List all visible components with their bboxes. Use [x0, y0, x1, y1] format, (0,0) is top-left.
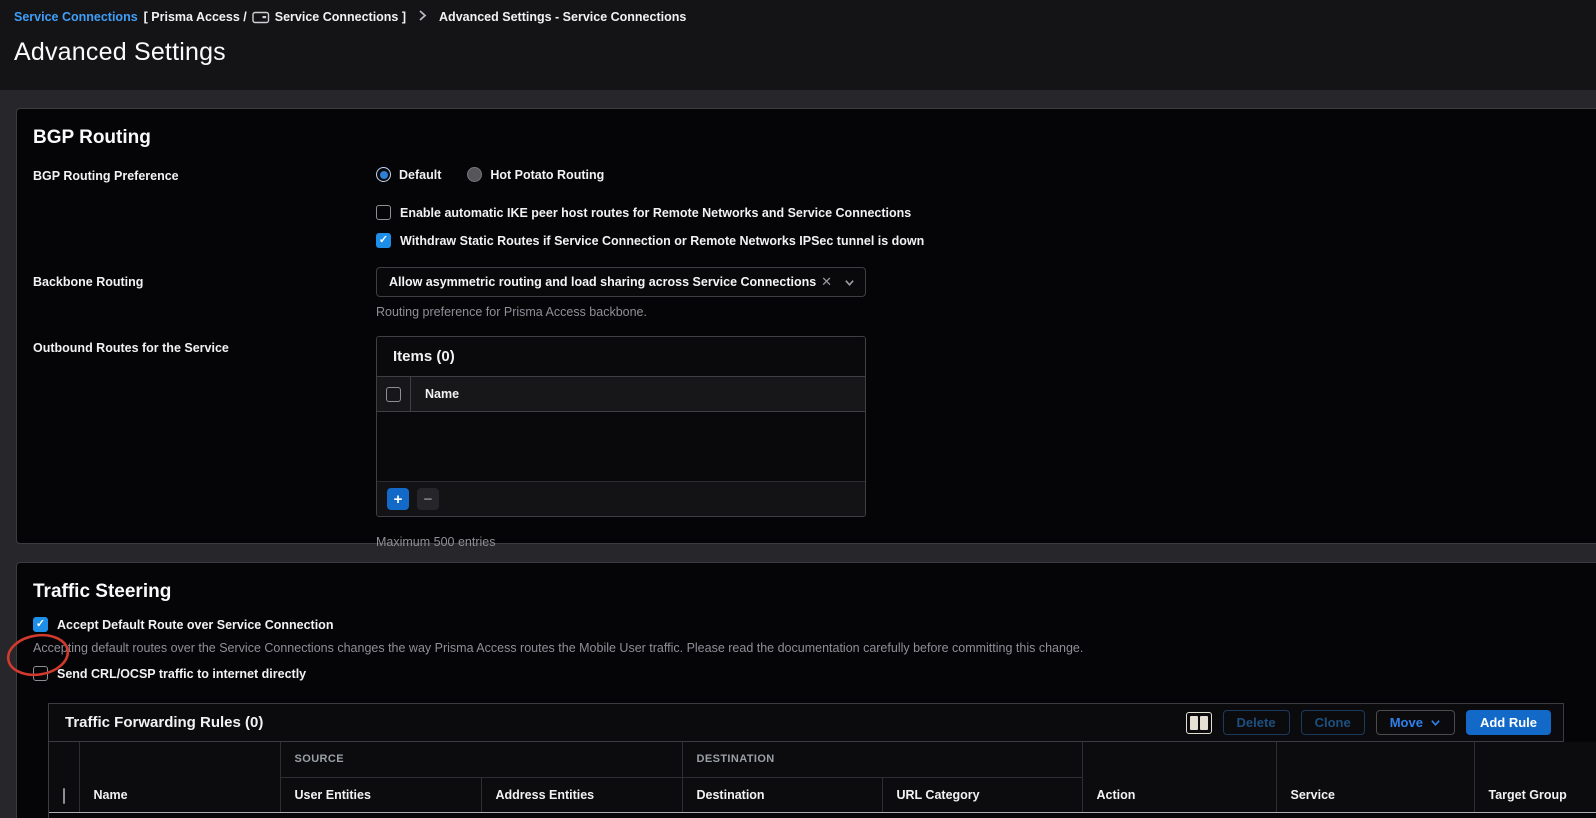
backbone-routing-label: Backbone Routing	[33, 267, 376, 289]
select-all-checkbox[interactable]	[386, 387, 401, 402]
outbound-routes-label: Outbound Routes for the Service	[33, 336, 376, 355]
breadcrumb-context-prefix: [ Prisma Access /	[144, 10, 247, 24]
checkbox-checked-icon[interactable]	[33, 617, 48, 632]
bgp-preference-radio-group: Default Hot Potato Routing	[376, 167, 604, 182]
accept-default-route-note: Accepting default routes over the Servic…	[33, 641, 1589, 655]
chevron-down-icon[interactable]	[844, 277, 855, 288]
items-table-empty-body	[377, 412, 865, 482]
checkbox-row-accept-default-route[interactable]: Accept Default Route over Service Connec…	[33, 617, 1589, 632]
breadcrumb-context-suffix: Service Connections ]	[275, 10, 406, 24]
backbone-routing-control: Allow asymmetric routing and load sharin…	[376, 267, 866, 319]
column-header-action: Action	[1082, 742, 1276, 812]
column-header-service: Service	[1276, 742, 1474, 812]
accept-default-route-label[interactable]: Accept Default Route over Service Connec…	[57, 618, 333, 632]
column-header-name: Name	[79, 742, 280, 812]
items-table-footer: + −	[377, 482, 865, 516]
radio-unselected-icon[interactable]	[467, 167, 482, 182]
column-header-user-entities: User Entities	[280, 777, 481, 812]
rules-select-all-cell	[49, 742, 79, 812]
checkbox-row-send-crl-ocsp[interactable]: Send CRL/OCSP traffic to internet direct…	[33, 666, 1589, 681]
send-crl-ocsp-label[interactable]: Send CRL/OCSP traffic to internet direct…	[57, 667, 306, 681]
traffic-steering-title: Traffic Steering	[33, 581, 1589, 603]
column-header-url-category: URL Category	[882, 777, 1082, 812]
backbone-routing-row: Backbone Routing Allow asymmetric routin…	[33, 267, 1589, 319]
bgp-preference-row: BGP Routing Preference Default Hot Potat…	[33, 167, 1589, 183]
rules-table: Name SOURCE DESTINATION Action Service T…	[49, 742, 1596, 818]
traffic-steering-card: Traffic Steering Accept Default Route ov…	[16, 562, 1596, 818]
delete-button[interactable]: Delete	[1223, 710, 1290, 735]
column-header-target-group: Target Group	[1474, 742, 1596, 812]
checkbox-row-ike-peer-routes[interactable]: Enable automatic IKE peer host routes fo…	[376, 205, 1589, 220]
bgp-routing-card: BGP Routing BGP Routing Preference Defau…	[16, 108, 1596, 544]
move-button-label: Move	[1390, 715, 1423, 730]
bgp-routing-title: BGP Routing	[33, 127, 1589, 149]
radio-default-label[interactable]: Default	[399, 168, 441, 182]
traffic-forwarding-rules-panel: Traffic Forwarding Rules (0) Delete Clon…	[48, 703, 1564, 818]
breadcrumb-context: [ Prisma Access / Service Connections ]	[144, 10, 406, 24]
checkbox-ike-label[interactable]: Enable automatic IKE peer host routes fo…	[400, 206, 911, 220]
checkbox-checked-icon[interactable]	[376, 233, 391, 248]
checkbox-withdraw-label[interactable]: Withdraw Static Routes if Service Connec…	[400, 234, 924, 248]
backbone-routing-select[interactable]: Allow asymmetric routing and load sharin…	[376, 267, 866, 297]
outbound-routes-row: Outbound Routes for the Service Items (0…	[33, 336, 1589, 549]
page-title: Advanced Settings	[14, 38, 1596, 67]
rules-panel-actions: Delete Clone Move Add Rule	[1186, 710, 1551, 735]
column-header-destination: Destination	[682, 777, 882, 812]
checkbox-unchecked-icon[interactable]	[376, 205, 391, 220]
move-button[interactable]: Move	[1376, 710, 1455, 735]
rules-table-empty-body	[49, 812, 1596, 818]
service-connections-card-icon	[252, 11, 270, 24]
backbone-routing-value: Allow asymmetric routing and load sharin…	[389, 275, 821, 289]
radio-selected-icon[interactable]	[376, 167, 391, 182]
outbound-routes-control: Items (0) Name + − Maximum 500 entries	[376, 336, 866, 549]
column-header-address-entities: Address Entities	[481, 777, 682, 812]
radio-default[interactable]: Default	[376, 167, 441, 182]
items-max-entries-note: Maximum 500 entries	[376, 535, 866, 549]
bgp-preference-label: BGP Routing Preference	[33, 167, 376, 183]
page-header: Service Connections [ Prisma Access / Se…	[0, 0, 1596, 90]
rules-panel-header: Traffic Forwarding Rules (0) Delete Clon…	[49, 704, 1563, 742]
bgp-checkbox-group: Enable automatic IKE peer host routes fo…	[376, 205, 1589, 248]
checkbox-unchecked-icon[interactable]	[33, 666, 48, 681]
rules-panel-title: Traffic Forwarding Rules (0)	[65, 714, 1186, 731]
chevron-right-icon	[418, 10, 427, 24]
remove-item-button[interactable]: −	[417, 488, 439, 510]
breadcrumb-current: Advanced Settings - Service Connections	[439, 10, 686, 24]
items-table-header-row: Name	[377, 377, 865, 412]
add-rule-button[interactable]: Add Rule	[1466, 710, 1551, 735]
clear-icon[interactable]: ✕	[821, 274, 832, 290]
clone-button[interactable]: Clone	[1301, 710, 1365, 735]
items-table: Items (0) Name + −	[376, 336, 866, 517]
add-item-button[interactable]: +	[387, 488, 409, 510]
radio-hot-potato-routing[interactable]: Hot Potato Routing	[467, 167, 604, 182]
items-name-column-header: Name	[411, 387, 459, 401]
group-header-destination: DESTINATION	[682, 742, 1082, 777]
breadcrumb-link-service-connections[interactable]: Service Connections	[14, 10, 138, 24]
column-settings-icon[interactable]	[1186, 712, 1212, 734]
items-header-checkbox-cell	[377, 377, 411, 411]
breadcrumb: Service Connections [ Prisma Access / Se…	[14, 10, 1596, 24]
items-table-title: Items (0)	[377, 337, 865, 377]
chevron-down-icon	[1430, 717, 1441, 728]
checkbox-row-withdraw-static-routes[interactable]: Withdraw Static Routes if Service Connec…	[376, 233, 1589, 248]
backbone-routing-help: Routing preference for Prisma Access bac…	[376, 305, 866, 319]
group-header-source: SOURCE	[280, 742, 682, 777]
select-all-checkbox[interactable]	[63, 788, 65, 804]
radio-hot-potato-label[interactable]: Hot Potato Routing	[490, 168, 604, 182]
